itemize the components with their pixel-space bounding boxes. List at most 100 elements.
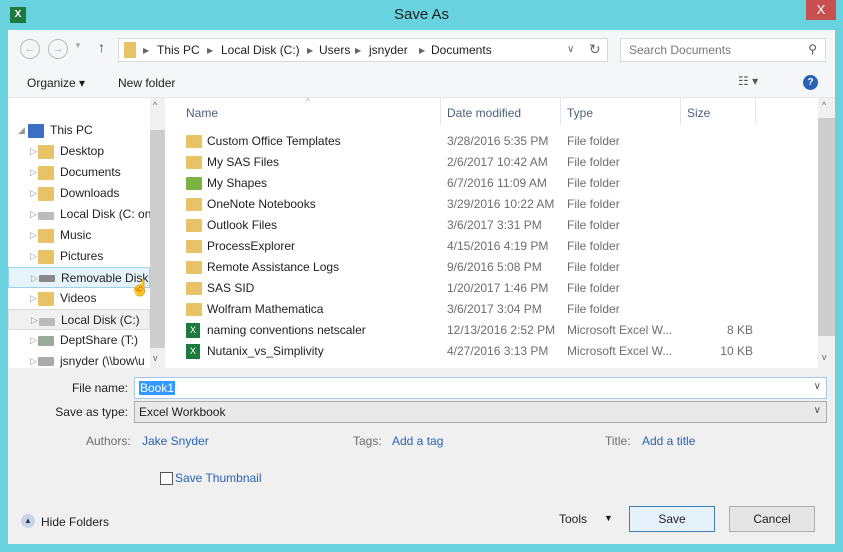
nav-item-music[interactable]: ▷ Music [8,225,150,246]
nav-item-downloads[interactable]: ▷ Downloads [8,183,150,204]
file-row[interactable]: My SAS Files 2/6/2017 10:42 AM File folder [165,152,815,173]
folder-icon [186,303,202,316]
cancel-button[interactable]: Cancel [729,506,815,532]
nav-item-deptshare[interactable]: ▷ DeptShare (T:) [8,330,150,351]
scroll-up-icon[interactable]: ^ [822,100,826,110]
back-button[interactable]: ← [20,39,40,59]
file-name-input[interactable]: Book1 ∨ [134,377,827,399]
file-row[interactable]: Custom Office Templates 3/28/2016 5:35 PM… [165,131,815,152]
nav-item-documents[interactable]: ▷ Documents [8,162,150,183]
nav-item-desktop[interactable]: ▷ Desktop [8,141,150,162]
expand-arrow-icon: ▷ [30,167,37,177]
nav-item-local-disk-c[interactable]: ▷ Local Disk (C:) [8,309,150,330]
file-row[interactable]: Remote Assistance Logs 9/6/2016 5:08 PM Fi… [165,257,815,278]
pictures-folder-icon [38,250,54,264]
save-button[interactable]: Save [629,506,715,532]
file-row[interactable]: My Shapes 6/7/2016 11:09 AM File folder [165,173,815,194]
file-name: Outlook Files [207,218,278,232]
new-folder-button[interactable]: New folder [118,76,175,90]
tags-label: Tags: [353,434,382,448]
nav-label: Downloads [60,186,120,200]
file-row[interactable]: OneNote Notebooks 3/29/2016 10:22 AM File … [165,194,815,215]
scroll-down-icon[interactable]: v [153,353,158,363]
breadcrumb-users[interactable]: Users [319,43,350,57]
column-header-size[interactable]: Size [687,106,710,120]
nav-label: Local Disk (C: on [60,207,150,221]
up-arrow-icon[interactable]: ↑ [98,39,105,55]
column-header-date[interactable]: Date modified [447,106,521,120]
scroll-up-icon[interactable]: ^ [153,100,157,110]
folder-icon [186,135,202,148]
file-row[interactable]: X Nutanix_vs_Simplivity 4/27/2016 3:13 PM M… [165,341,815,362]
file-row[interactable]: Outlook Files 3/6/2017 3:31 PM File folder [165,215,815,236]
nav-scrollbar[interactable]: ^ v [150,98,165,368]
save-thumbnail-checkbox[interactable] [160,472,173,485]
organize-button[interactable]: Organize ▾ [27,76,85,90]
refresh-icon[interactable]: ↻ [589,41,601,58]
breadcrumb-local-disk[interactable]: Local Disk (C:) [221,43,300,57]
view-options-icon[interactable]: ☷ ▾ [738,74,758,88]
tags-field[interactable]: Add a tag [392,434,443,448]
expand-arrow-icon: ▷ [30,230,37,240]
breadcrumb-documents[interactable]: Documents [431,43,492,57]
network-drive-icon [38,336,54,346]
folder-icon [186,282,202,295]
search-input[interactable]: Search Documents ⚲ [620,38,826,62]
file-name-value: Book1 [139,381,176,395]
nav-item-jsnyder[interactable]: ▷ jsnyder (\\bow\u [8,351,150,368]
breadcrumb-jsnyder[interactable]: jsnyder [369,43,408,57]
hide-folders-button[interactable]: Hide Folders [41,515,109,529]
network-drive-icon [38,357,54,366]
file-row[interactable]: SAS SID 1/20/2017 1:46 PM File folder [165,278,815,299]
file-type: File folder [567,218,620,232]
excel-file-icon: X [186,344,200,359]
breadcrumb-this-pc[interactable]: This PC [157,43,200,57]
column-header-name[interactable]: Name [186,106,218,120]
address-dropdown-icon[interactable]: ∨ [567,44,574,55]
nav-item-removable-disk[interactable]: ▷ Removable Disk ( [8,267,150,288]
tools-button[interactable]: Tools [559,512,587,526]
file-date: 1/20/2017 1:46 PM [447,281,549,295]
expand-arrow-icon: ▷ [30,251,37,261]
file-name: Custom Office Templates [207,134,341,148]
file-row[interactable]: Xnaming conventions netscaler 12/13/2016 … [165,320,815,341]
title-bar: X Save As X [0,0,843,30]
column-divider[interactable] [560,98,561,124]
nav-label: Pictures [60,249,104,263]
file-row[interactable]: Wolfram Mathematica 3/6/2017 3:04 PM File … [165,299,815,320]
nav-scroll-thumb[interactable] [150,130,165,348]
column-header-type[interactable]: Type [567,106,593,120]
address-bar[interactable]: ▶ This PC ▶ Local Disk (C:) ▶ Users ▶ js… [118,38,608,62]
nav-item-local-disk-c-on[interactable]: ▷ Local Disk (C: on [8,204,150,225]
hide-folders-icon[interactable]: ▲ [21,514,35,528]
nav-item-this-pc[interactable]: ◢ This PC [8,120,150,141]
column-divider[interactable] [755,98,756,124]
expand-arrow-icon: ▷ [30,356,37,366]
chevron-right-icon: ▶ [419,46,426,55]
help-icon[interactable]: ? [803,75,818,90]
column-divider[interactable] [440,98,441,124]
tools-dropdown-icon[interactable]: ▼ [604,513,613,523]
downloads-folder-icon [38,187,54,201]
file-date: 3/28/2016 5:35 PM [447,134,549,148]
column-divider[interactable] [680,98,681,124]
scroll-down-icon[interactable]: v [822,352,827,362]
save-thumbnail-label[interactable]: Save Thumbnail [175,471,262,485]
save-as-type-select[interactable]: Excel Workbook ∨ [134,401,827,423]
file-scroll-thumb[interactable] [818,118,835,336]
nav-item-videos[interactable]: ▷ Videos [8,288,150,309]
chevron-down-icon[interactable]: ∨ [814,405,821,416]
title-field[interactable]: Add a title [642,434,695,448]
close-button[interactable]: X [806,0,836,20]
authors-field[interactable]: Jake Snyder [142,434,209,448]
chevron-down-icon[interactable]: ∨ [814,381,821,392]
file-row[interactable]: ProcessExplorer 4/15/2016 4:19 PM File fol… [165,236,815,257]
file-name: My SAS Files [207,155,280,169]
forward-button[interactable]: → [48,39,68,59]
file-type: File folder [567,155,620,169]
desktop-folder-icon [38,145,54,159]
navigation-pane: ◢ This PC ▷ Desktop ▷ Documents ▷ Downloads … [8,98,165,368]
recent-dropdown-icon[interactable]: ▼ [74,41,82,50]
nav-item-pictures[interactable]: ▷ Pictures [8,246,150,267]
file-list-scrollbar[interactable]: ^ v [818,98,835,368]
